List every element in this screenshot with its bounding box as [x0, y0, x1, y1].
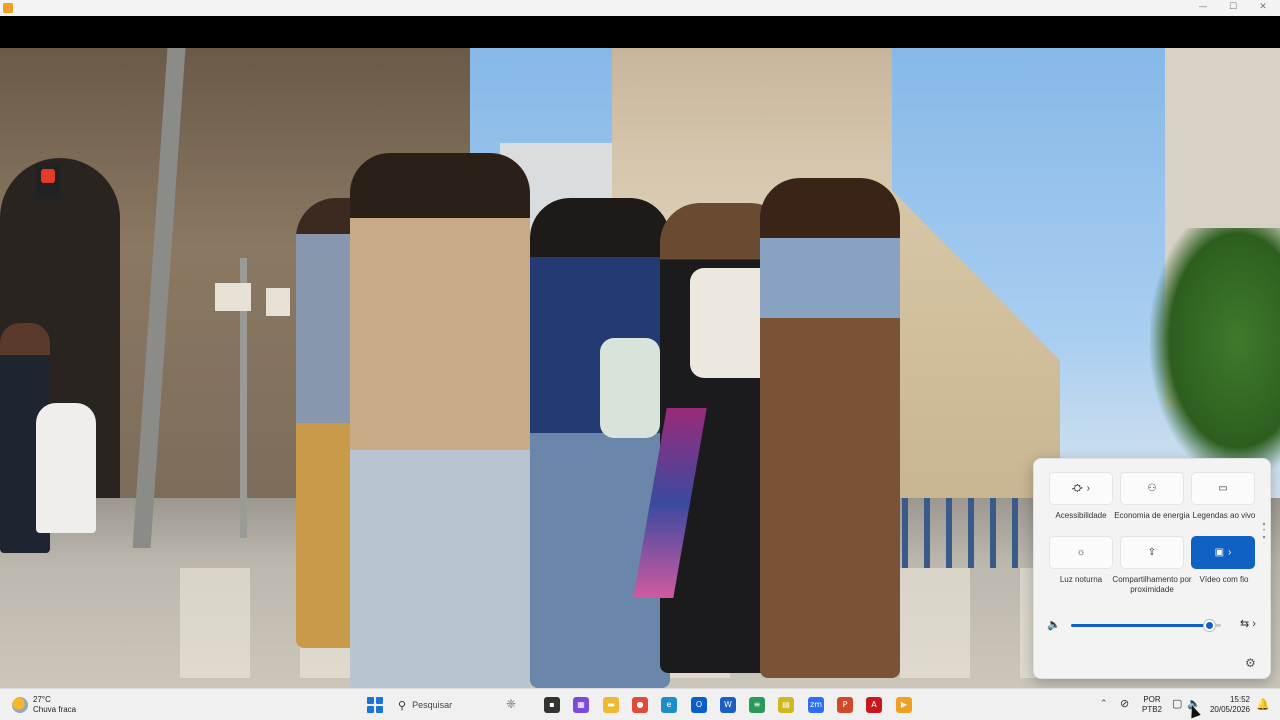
scene-person-2 [350, 153, 530, 688]
search-placeholder: Pesquisar [412, 700, 453, 710]
scene-person-3 [530, 198, 670, 688]
clock[interactable]: 15:52 20/05/2026 [1206, 695, 1250, 715]
cast-label: Vídeo com fio [1199, 575, 1249, 584]
word-icon[interactable]: W [720, 697, 736, 713]
cast-tile[interactable]: ▣ › [1191, 536, 1255, 569]
page-dots-icon[interactable]: ▴ • ▾ [1261, 521, 1267, 547]
accessibility-label: Acessibilidade [1055, 511, 1107, 520]
window-title-bar: — ☐ ✕ [0, 0, 1280, 16]
scene-tree [1150, 228, 1280, 478]
cast-icon: ▣ [1214, 547, 1225, 558]
clock-date: 20/05/2026 [1209, 705, 1250, 714]
wifi-off-icon[interactable]: ⊘ [1120, 697, 1129, 710]
live-captions-label: Legendas ao vivo [1192, 511, 1256, 520]
scene-sign [215, 283, 251, 311]
store-icon[interactable]: ▦ [573, 697, 589, 713]
search-icon: ⚲ [398, 699, 407, 712]
task-view-icon[interactable]: ▪ [544, 697, 560, 713]
scene-backpack [600, 338, 660, 438]
weather-temp: 27°C [33, 695, 51, 704]
language-indicator[interactable]: POR PTB2 [1140, 695, 1164, 715]
outlook-icon[interactable]: O [691, 697, 707, 713]
file-explorer-icon[interactable]: ▬ [603, 697, 619, 713]
taskbar-search[interactable]: ⚲ Pesquisar ❈ [392, 694, 534, 716]
battery-saver-icon: ⚇ [1147, 483, 1157, 494]
scene-person-5 [760, 178, 900, 678]
notification-icon[interactable]: 🔔 [1256, 698, 1270, 711]
speaker-icon[interactable]: 🔈 [1047, 618, 1061, 631]
scene-sign-arrow [266, 288, 290, 316]
nearby-share-icon: ⇪ [1147, 547, 1157, 558]
chevron-right-icon: › [1086, 483, 1090, 494]
chrome-icon[interactable]: ● [632, 697, 648, 713]
battery-saver-label: Economia de energia [1114, 511, 1190, 520]
accessibility-icon: ⛮ [1072, 483, 1083, 494]
audio-output-icon[interactable]: ⇆ › [1240, 617, 1256, 630]
chevron-right-icon: › [1228, 547, 1232, 558]
live-captions-tile[interactable]: ▭ [1191, 472, 1255, 505]
tray-overflow-icon[interactable]: ⌃ [1100, 698, 1108, 709]
weather-condition: Chuva fraca [33, 705, 77, 714]
volume-slider-thumb[interactable] [1204, 620, 1215, 631]
taskbar: 27°C Chuva fraca ⚲ Pesquisar ❈ ▪ ▦ ▬ ● e O W ≡ ▤… [0, 688, 1280, 720]
night-light-label: Luz noturna [1059, 575, 1103, 584]
live-captions-icon: ▭ [1218, 483, 1228, 494]
scene-bollards [880, 498, 1030, 568]
zoom-icon[interactable]: zm [808, 697, 824, 713]
search-highlight-icon: ❈ [506, 697, 517, 711]
weather-icon [12, 697, 28, 713]
quick-settings-panel: ⛮ › Acessibilidade ⚇ Economia de energia … [1033, 458, 1271, 679]
volume-slider-fill [1071, 624, 1209, 627]
night-light-tile[interactable]: ☼ [1049, 536, 1113, 569]
acrobat-icon[interactable]: A [866, 697, 882, 713]
night-light-icon: ☼ [1076, 547, 1086, 558]
app-icon [3, 3, 13, 13]
language-code: POR [1143, 695, 1161, 704]
volume-slider[interactable] [1071, 620, 1221, 631]
accessibility-tile[interactable]: ⛮ › [1049, 472, 1113, 505]
note-icon[interactable]: ▤ [778, 697, 794, 713]
network-icon[interactable]: ▢ [1172, 697, 1182, 710]
scene-pedestrian-white [36, 403, 96, 533]
battery-saver-tile[interactable]: ⚇ [1120, 472, 1184, 505]
edge-icon[interactable]: e [661, 697, 677, 713]
powerpoint-icon[interactable]: P [837, 697, 853, 713]
close-button[interactable]: ✕ [1248, 0, 1278, 16]
notepad-icon[interactable]: ≡ [749, 697, 765, 713]
start-button[interactable] [367, 697, 383, 713]
nearby-share-tile[interactable]: ⇪ [1120, 536, 1184, 569]
keyboard-layout: PTB2 [1141, 705, 1162, 714]
scene-traffic-light-red [41, 169, 55, 183]
maximize-button[interactable]: ☐ [1218, 0, 1248, 16]
clock-time: 15:52 [1229, 695, 1250, 704]
gear-icon[interactable]: ⚙ [1245, 656, 1256, 670]
nearby-share-label: Compartilhamento por proximidade [1112, 575, 1192, 594]
minimize-button[interactable]: — [1188, 0, 1218, 16]
media-player-icon[interactable]: ▶ [896, 697, 912, 713]
weather-widget[interactable]: 27°C Chuva fraca [12, 694, 76, 716]
